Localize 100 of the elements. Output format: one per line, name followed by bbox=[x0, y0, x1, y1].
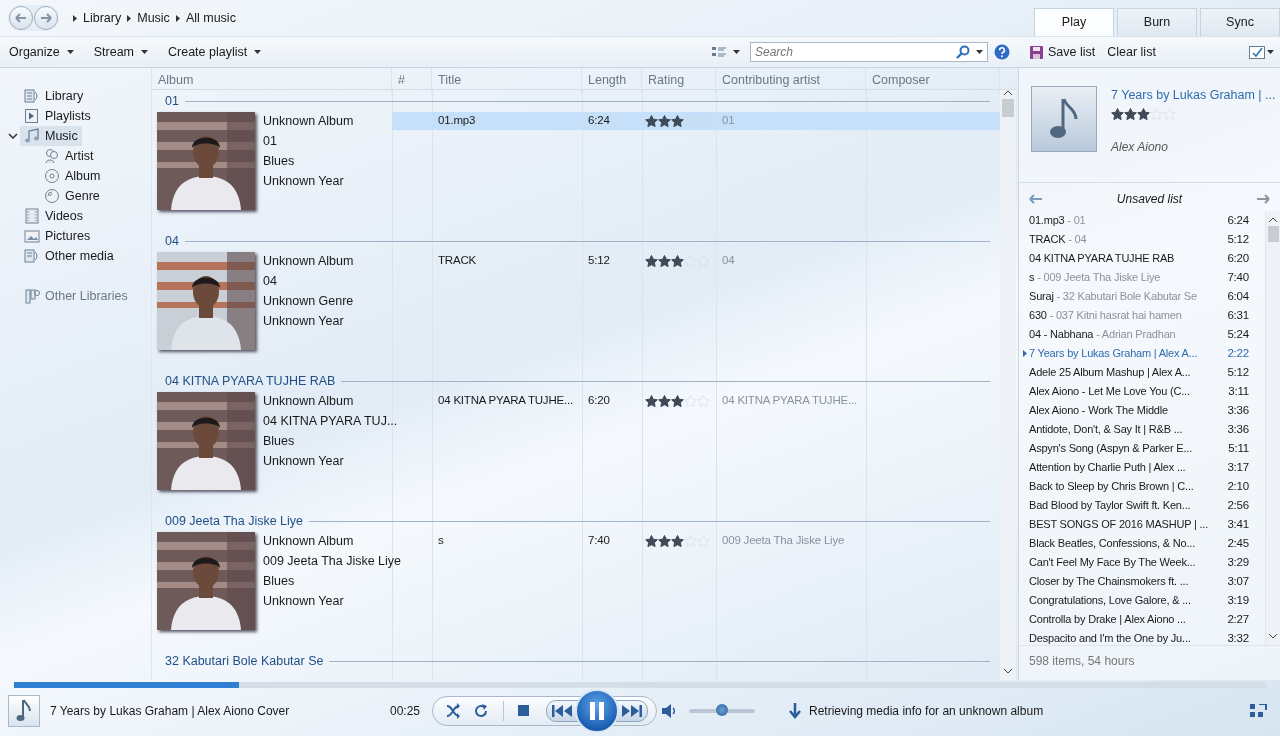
sidebar-item[interactable]: Videos bbox=[20, 206, 87, 226]
playlist-track[interactable]: s bbox=[1029, 271, 1035, 284]
list-button[interactable]: Clear list bbox=[1101, 40, 1162, 64]
forward-button[interactable] bbox=[34, 6, 58, 30]
volume-slider[interactable] bbox=[716, 704, 728, 716]
group-header: 32 Kabutari Bole Kabutar Se bbox=[165, 652, 324, 670]
album-info: Unknown Year bbox=[263, 173, 345, 190]
menu-button[interactable]: Create playlist bbox=[162, 40, 268, 64]
sidebar-item[interactable]: Artist bbox=[40, 146, 98, 166]
panel-tab[interactable]: Play bbox=[1034, 8, 1114, 36]
playlist-track[interactable]: Closer by The Chainsmokers ft. ... bbox=[1029, 575, 1189, 588]
track-length: 3:29 bbox=[1226, 554, 1250, 570]
track-row[interactable]: s 7:40 009 Jeeta Tha Jiske Liye bbox=[392, 532, 1000, 550]
search-input[interactable]: Search bbox=[751, 43, 956, 61]
column-header[interactable]: Rating bbox=[642, 68, 716, 93]
chevron-down-icon[interactable] bbox=[8, 133, 18, 139]
playlist-track[interactable]: Controlla by Drake | Alex Aiono ... bbox=[1029, 613, 1186, 626]
sidebar-item[interactable]: Other Libraries bbox=[20, 286, 132, 306]
playlist-track[interactable]: BEST SONGS OF 2016 MASHUP | ... bbox=[1029, 518, 1209, 531]
playlist-track[interactable]: Back to Sleep by Chris Brown | C... bbox=[1029, 480, 1194, 493]
disc-icon bbox=[44, 168, 60, 184]
status-text: Retrieving media info for an unknown album bbox=[809, 703, 1044, 720]
breadcrumb-link[interactable]: Library bbox=[83, 8, 122, 28]
sidebar-item[interactable]: Library bbox=[20, 86, 88, 106]
playlist-track[interactable]: 01.mp3 bbox=[1029, 214, 1065, 227]
playlist-track[interactable]: Aspyn's Song (Aspyn & Parker E... bbox=[1029, 442, 1193, 455]
playlist-track[interactable]: Black Beatles, Confessions, & No... bbox=[1029, 537, 1196, 550]
playlist-track[interactable]: Congratulations, Love Galore, & ... bbox=[1029, 594, 1191, 607]
sidebar-item[interactable]: Genre bbox=[40, 186, 104, 206]
track-row[interactable]: 01.mp3 6:24 01 bbox=[392, 112, 1000, 130]
breadcrumb-link[interactable]: Music bbox=[137, 8, 170, 28]
playlist-track[interactable]: Despacito and I'm the One by Ju... bbox=[1029, 632, 1191, 645]
playlist-track[interactable]: Bad Blood by Taylor Swift ft. Ken... bbox=[1029, 499, 1191, 512]
playlist-track[interactable]: 04 KITNA PYARA TUJHE RAB bbox=[1029, 252, 1175, 265]
search-field[interactable]: Search bbox=[750, 42, 988, 62]
playlist-track[interactable]: Alex Aiono - Work The Middle bbox=[1029, 404, 1168, 417]
column-header[interactable]: Contributing artist bbox=[716, 68, 866, 93]
album-info: 01 bbox=[263, 133, 278, 150]
scroll-up-icon bbox=[1004, 90, 1012, 95]
seek-bar[interactable] bbox=[14, 682, 1266, 688]
track-length: 3:07 bbox=[1226, 573, 1250, 589]
album-info: Unknown Album bbox=[263, 393, 355, 410]
column-header[interactable]: Album bbox=[152, 68, 392, 93]
menu-button[interactable]: Organize bbox=[3, 40, 80, 64]
track-artist: - 04 bbox=[1068, 233, 1087, 246]
track-length: 6:31 bbox=[1226, 307, 1250, 323]
album-info: 04 KITNA PYARA TUJ... bbox=[263, 413, 398, 430]
playlist-track[interactable]: Attention by Charlie Puth | Alex ... bbox=[1029, 461, 1186, 474]
scroll-up-icon bbox=[1269, 217, 1277, 222]
elapsed-time: 00:25 bbox=[390, 703, 422, 720]
song-title-link[interactable]: 7 Years by Lukas Graham | ... bbox=[1111, 86, 1276, 105]
menu-button[interactable]: Stream bbox=[87, 40, 155, 64]
playlist-track[interactable]: Antidote, Don't, & Say It | R&B ... bbox=[1029, 423, 1183, 436]
playlist-track[interactable]: 630 bbox=[1029, 309, 1047, 322]
playlist-track[interactable]: 04 - Nabhana bbox=[1029, 328, 1094, 341]
playlist-track[interactable]: Adele 25 Album Mashup | Alex A... bbox=[1029, 366, 1191, 379]
pause-button[interactable] bbox=[575, 689, 619, 733]
back-button[interactable] bbox=[9, 6, 33, 30]
track-length: 6:24 bbox=[587, 113, 611, 129]
list-button[interactable]: Save list bbox=[1024, 40, 1102, 64]
artist-name: Alex Aiono bbox=[1111, 138, 1169, 156]
playlist-track[interactable]: Can't Feel My Face By The Week... bbox=[1029, 556, 1196, 569]
sidebar-item[interactable]: Album bbox=[40, 166, 105, 186]
column-header[interactable]: Title bbox=[432, 68, 582, 93]
star-icon bbox=[658, 255, 671, 267]
breadcrumb-link[interactable]: All music bbox=[185, 8, 236, 28]
playlist-track[interactable]: Alex Aiono - Let Me Love You (C... bbox=[1029, 385, 1190, 398]
album-info: Unknown Year bbox=[263, 313, 345, 330]
track-artist: - 01 bbox=[1067, 214, 1086, 227]
column-header[interactable]: # bbox=[392, 68, 432, 93]
speaker-icon bbox=[661, 704, 677, 718]
track-length: 5:12 bbox=[1226, 364, 1250, 380]
sidebar-item[interactable]: Music bbox=[20, 126, 82, 146]
sidebar-item[interactable]: Pictures bbox=[20, 226, 95, 246]
playlist-track[interactable]: TRACK bbox=[1029, 233, 1066, 246]
scroll-down-icon bbox=[1004, 669, 1012, 674]
track-row[interactable]: TRACK 5:12 04 bbox=[392, 252, 1000, 270]
panel-tab[interactable]: Burn bbox=[1117, 8, 1197, 36]
sidebar-item[interactable]: Playlists bbox=[20, 106, 95, 126]
scrollbar-thumb[interactable] bbox=[1267, 226, 1279, 242]
track-length: 5:12 bbox=[587, 253, 611, 269]
scrollbar-thumb[interactable] bbox=[1002, 99, 1014, 117]
caret-icon bbox=[66, 50, 74, 54]
panel-tab[interactable]: Sync bbox=[1200, 8, 1280, 36]
arrow-right-icon bbox=[40, 13, 52, 23]
chevron-icon bbox=[175, 14, 180, 22]
sidebar-item[interactable]: Other media bbox=[20, 246, 118, 266]
arrow-right-icon bbox=[1256, 194, 1270, 204]
album-info: Blues bbox=[263, 433, 296, 450]
track-length: 6:20 bbox=[1226, 250, 1250, 266]
grid-arrow-icon bbox=[1250, 704, 1268, 718]
album-info: Unknown Year bbox=[263, 593, 345, 610]
track-row[interactable]: 04 KITNA PYARA TUJHE... 6:20 04 KITNA PYARA TUJHE... bbox=[392, 392, 1000, 410]
track-artist: - 32 Kabutari Bole Kabutar Se bbox=[1056, 290, 1197, 303]
playlist-track[interactable]: Suraj bbox=[1029, 290, 1054, 303]
playlist-track[interactable]: 7 Years by Lukas Graham | Alex A... bbox=[1029, 347, 1198, 360]
track-length: 2:22 bbox=[1226, 345, 1250, 361]
column-header[interactable]: Length bbox=[582, 68, 642, 93]
music-note-icon bbox=[1049, 97, 1079, 141]
track-length: 3:19 bbox=[1226, 592, 1250, 608]
